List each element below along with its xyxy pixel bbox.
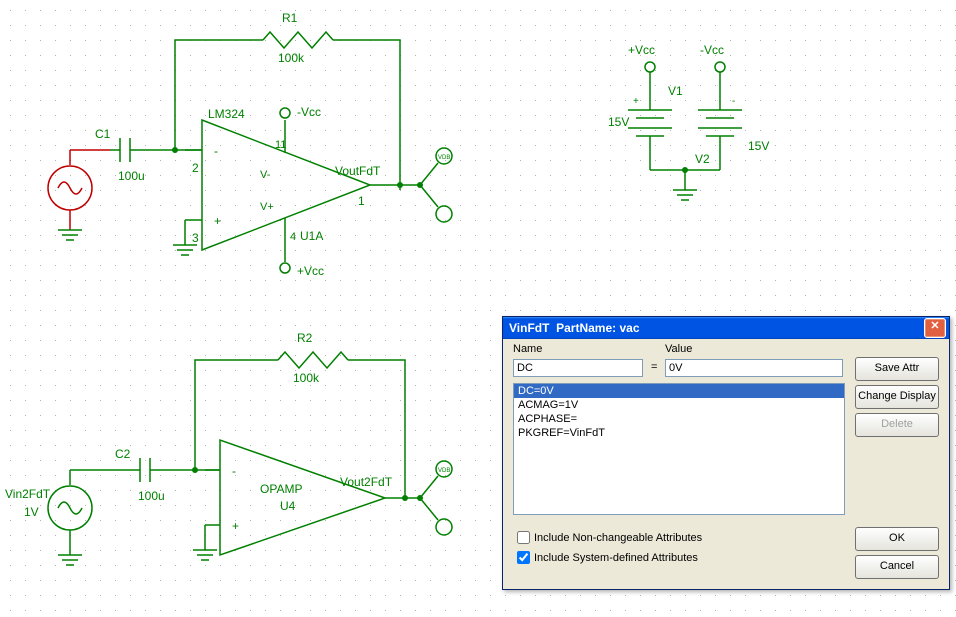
- list-item[interactable]: ACMAG=1V: [514, 398, 844, 412]
- ok-button[interactable]: OK: [855, 527, 939, 551]
- value-label: Value: [665, 343, 692, 355]
- close-icon[interactable]: ✕: [924, 318, 946, 338]
- list-item[interactable]: PKGREF=VinFdT: [514, 426, 844, 440]
- include-sysdefined-check[interactable]: Include System-defined Attributes: [517, 551, 698, 564]
- delete-button: Delete: [855, 413, 939, 437]
- attribute-listbox[interactable]: DC=0V ACMAG=1V ACPHASE= PKGREF=VinFdT: [513, 383, 845, 515]
- include-sysdefined-checkbox[interactable]: [517, 551, 530, 564]
- name-field[interactable]: [513, 359, 643, 377]
- dialog-title-part-label: PartName:: [556, 321, 616, 335]
- dialog-title-ref: VinFdT: [509, 321, 549, 335]
- name-label: Name: [513, 343, 542, 355]
- cancel-button[interactable]: Cancel: [855, 555, 939, 579]
- equals-label: =: [651, 361, 657, 373]
- change-display-button[interactable]: Change Display: [855, 385, 939, 409]
- dialog-title-part: vac: [620, 321, 640, 335]
- include-nonchangeable-check[interactable]: Include Non-changeable Attributes: [517, 531, 702, 544]
- include-sysdefined-label: Include System-defined Attributes: [534, 552, 698, 564]
- include-nonchangeable-checkbox[interactable]: [517, 531, 530, 544]
- list-item[interactable]: DC=0V: [514, 384, 844, 398]
- value-field[interactable]: [665, 359, 843, 377]
- list-item[interactable]: ACPHASE=: [514, 412, 844, 426]
- include-nonchangeable-label: Include Non-changeable Attributes: [534, 532, 702, 544]
- attribute-dialog: VinFdT PartName: vac ✕ Name Value = DC=0…: [502, 316, 950, 590]
- save-attr-button[interactable]: Save Attr: [855, 357, 939, 381]
- dialog-titlebar[interactable]: VinFdT PartName: vac ✕: [503, 317, 949, 339]
